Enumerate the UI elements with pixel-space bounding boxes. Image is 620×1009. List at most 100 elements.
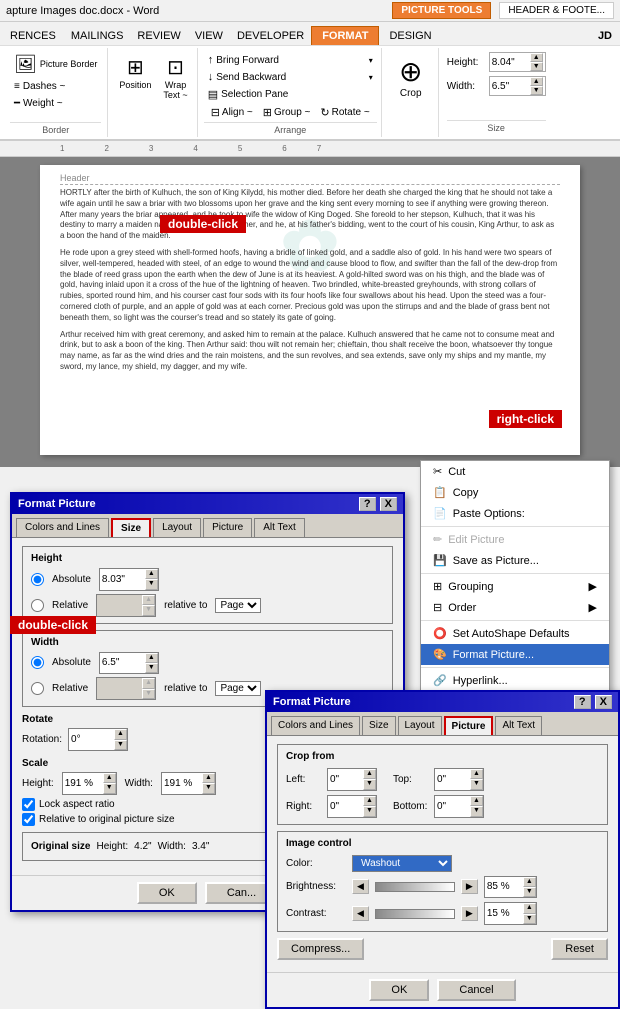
rotate-btn[interactable]: ↻ Rotate ~ (316, 104, 373, 121)
width-absolute-value[interactable] (100, 656, 145, 669)
dialog1-help-btn[interactable]: ? (359, 497, 376, 511)
ctx-autoshape[interactable]: ⭕ Set AutoShape Defaults (421, 623, 609, 644)
lock-aspect-checkbox[interactable] (22, 798, 35, 811)
ctx-hyperlink[interactable]: 🔗 Hyperlink... (421, 670, 609, 691)
scale-h-up[interactable]: ▲ (103, 773, 116, 783)
position-btn[interactable]: ⊞ Position (114, 52, 156, 135)
scale-width-value[interactable] (162, 777, 202, 790)
scale-h-down[interactable]: ▼ (103, 783, 116, 793)
crop-top-input[interactable]: ▲ ▼ (434, 768, 484, 791)
dialog1-ok-btn[interactable]: OK (137, 882, 197, 904)
contrast-value-input[interactable]: ▲ ▼ (484, 902, 537, 925)
ctx-copy[interactable]: 📋 Copy (421, 482, 609, 503)
dialog1-tab-layout[interactable]: Layout (153, 518, 201, 537)
dialog2-tab-alttext[interactable]: Alt Text (495, 716, 542, 735)
width-relative-radio[interactable] (31, 682, 44, 695)
dialog1-tab-size[interactable]: Size (111, 518, 151, 537)
tab-design[interactable]: DESIGN (379, 27, 441, 45)
dialog2-reset-btn[interactable]: Reset (551, 938, 608, 960)
height-absolute-input[interactable]: ▲ ▼ (99, 568, 159, 591)
ctx-format-picture[interactable]: 🎨 Format Picture... (421, 644, 609, 665)
brightness-left-btn[interactable]: ◀ (352, 879, 369, 894)
ctx-order[interactable]: ⊟ Order ▶ (421, 597, 609, 618)
weight-btn[interactable]: ━ Weight ~ (10, 96, 67, 111)
ctx-paste-options[interactable]: 📄 Paste Options: (421, 503, 609, 524)
crop-bottom-input[interactable]: ▲ ▼ (434, 795, 484, 818)
width-absolute-input[interactable]: ▲ ▼ (99, 652, 159, 675)
scale-height-input[interactable]: ▲ ▼ (62, 772, 117, 795)
width-input[interactable]: 6.5" ▲ ▼ (489, 76, 546, 96)
dashes-btn[interactable]: ≡ Dashes ~ (10, 79, 69, 94)
tab-view[interactable]: VIEW (188, 27, 230, 45)
rotation-down[interactable]: ▼ (114, 740, 127, 750)
dialog1-close-btn[interactable]: X (380, 497, 397, 511)
scale-w-down[interactable]: ▼ (202, 783, 215, 793)
group-btn[interactable]: ⊞ Group ~ (259, 104, 315, 121)
height-input[interactable]: 8.04" ▲ ▼ (489, 52, 546, 72)
dialog2-tab-layout[interactable]: Layout (398, 716, 442, 735)
tab-references[interactable]: RENCES (2, 26, 64, 45)
crop-left-input[interactable]: ▲ ▼ (327, 768, 377, 791)
ctx-grouping[interactable]: ⊞ Grouping ▶ (421, 576, 609, 597)
ctx-save-as-picture[interactable]: 💾 Save as Picture... (421, 550, 609, 571)
dialog2-tab-size[interactable]: Size (362, 716, 395, 735)
selection-pane-btn[interactable]: ▤ Selection Pane (204, 86, 377, 103)
width-abs-up[interactable]: ▲ (145, 653, 158, 663)
width-absolute-radio[interactable] (31, 656, 44, 669)
context-menu: ✂ Cut 📋 Copy 📄 Paste Options: ✏ Edit Pic… (420, 460, 610, 713)
tab-mailings[interactable]: MAILINGS (64, 27, 131, 45)
dialog1-tab-picture[interactable]: Picture (203, 518, 252, 537)
brightness-right-btn[interactable]: ▶ (461, 879, 478, 894)
color-select[interactable]: Washout Automatic Grayscale Black & Whit… (352, 855, 452, 872)
relative-original-checkbox[interactable] (22, 813, 35, 826)
dialog2-titlebar: Format Picture ? X (267, 692, 618, 712)
contrast-slider[interactable] (375, 909, 455, 919)
tab-review[interactable]: REVIEW (130, 27, 187, 45)
height-abs-up[interactable]: ▲ (145, 569, 158, 579)
align-btn[interactable]: ⊟ Align ~ (207, 104, 257, 121)
tab-developer[interactable]: DEVELOPER (230, 27, 311, 45)
scale-w-up[interactable]: ▲ (202, 773, 215, 783)
document-area: ✿ Header double-click HORTLY after the b… (0, 157, 620, 467)
brightness-value-input[interactable]: ▲ ▼ (484, 876, 537, 899)
scale-height-value[interactable] (63, 777, 103, 790)
dialog2-close-btn[interactable]: X (595, 695, 612, 709)
dialog1-tab-colors[interactable]: Colors and Lines (16, 518, 109, 537)
dialog1-tab-alttext[interactable]: Alt Text (254, 518, 305, 537)
crop-right-input[interactable]: ▲ ▼ (327, 795, 377, 818)
dialog2-tab-picture[interactable]: Picture (444, 716, 494, 735)
picture-border-btn[interactable]: 🖼 Picture Border (10, 52, 101, 77)
dialog2-help-btn[interactable]: ? (574, 695, 591, 709)
contrast-right-btn[interactable]: ▶ (461, 906, 478, 921)
height-absolute-radio[interactable] (31, 573, 44, 586)
tab-format[interactable]: FORMAT (311, 26, 379, 45)
contrast-left-btn[interactable]: ◀ (352, 906, 369, 921)
scale-width-input[interactable]: ▲ ▼ (161, 772, 216, 795)
rotation-value[interactable] (69, 733, 114, 746)
height-relative-radio[interactable] (31, 599, 44, 612)
width-absolute-label: Absolute (52, 657, 91, 668)
width-up-btn[interactable]: ▲ (530, 77, 543, 86)
crop-btn[interactable]: ⊕ Crop (394, 50, 427, 135)
height-abs-down[interactable]: ▼ (145, 579, 158, 589)
compress-btn[interactable]: Compress... (277, 938, 364, 960)
rotation-up[interactable]: ▲ (114, 729, 127, 739)
dialog2-tab-colors[interactable]: Colors and Lines (271, 716, 360, 735)
height-absolute-row: Absolute ▲ ▼ (31, 568, 384, 591)
width-down-btn[interactable]: ▼ (530, 86, 543, 95)
weight-icon: ━ (14, 98, 20, 109)
brightness-slider[interactable] (375, 882, 455, 892)
rotation-input[interactable]: ▲ ▼ (68, 728, 128, 751)
ctx-cut[interactable]: ✂ Cut (421, 461, 609, 482)
format-picture-dialog-2: Format Picture ? X Colors and Lines Size… (265, 690, 620, 1009)
height-down-btn[interactable]: ▼ (530, 62, 543, 71)
height-up-btn[interactable]: ▲ (530, 53, 543, 62)
width-relative-select[interactable]: Page (215, 681, 261, 696)
height-absolute-value[interactable] (100, 573, 145, 586)
send-backward-btn[interactable]: ↓ Send Backward ▾ (204, 69, 377, 85)
width-abs-down[interactable]: ▼ (145, 663, 158, 673)
bring-forward-btn[interactable]: ↑ Bring Forward ▾ (204, 52, 377, 68)
ctx-edit-picture[interactable]: ✏ Edit Picture (421, 529, 609, 550)
wrap-text-btn[interactable]: ⊡ Wrap Text ~ (158, 52, 192, 135)
height-relative-select[interactable]: Page (215, 598, 261, 613)
